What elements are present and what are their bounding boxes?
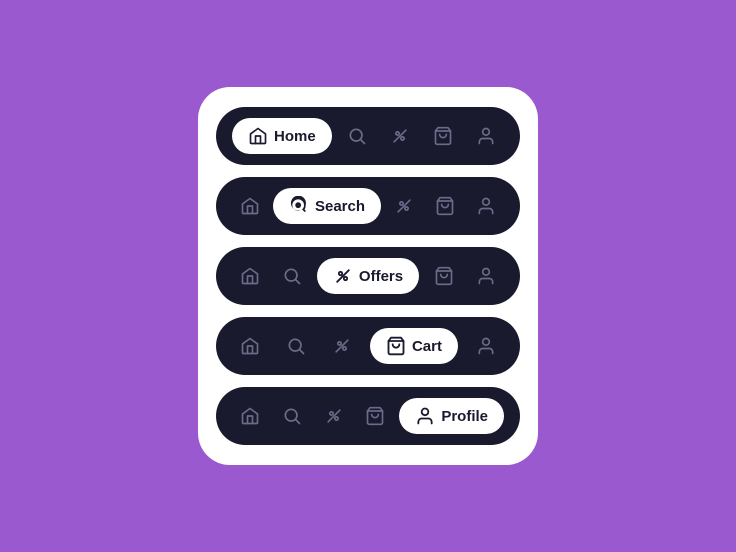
- nav-item-home[interactable]: [232, 398, 268, 434]
- navbar-offers: Offers: [216, 247, 520, 305]
- nav-item-profile[interactable]: [468, 258, 504, 294]
- nav-showcase-card: Home: [198, 87, 538, 465]
- profile-icon: [415, 406, 435, 426]
- cart-icon: [433, 126, 453, 146]
- navbar-cart: Cart: [216, 317, 520, 375]
- home-icon: [240, 336, 260, 356]
- navbar-profile: Profile: [216, 387, 520, 445]
- percent-icon: [333, 266, 353, 286]
- percent-icon: [332, 336, 352, 356]
- profile-icon: [476, 336, 496, 356]
- nav-item-profile[interactable]: [468, 188, 504, 224]
- profile-label: Profile: [441, 408, 488, 425]
- percent-icon: [394, 196, 414, 216]
- cart-icon: [434, 266, 454, 286]
- offers-label: Offers: [359, 268, 403, 285]
- cart-label: Cart: [412, 338, 442, 355]
- nav-item-offers[interactable]: [316, 398, 352, 434]
- home-icon: [240, 196, 260, 216]
- home-label: Home: [274, 128, 316, 145]
- cart-icon: [365, 406, 385, 426]
- home-icon: [240, 266, 260, 286]
- nav-item-cart[interactable]: [357, 398, 393, 434]
- search-icon: [286, 336, 306, 356]
- search-icon: [282, 406, 302, 426]
- percent-icon: [324, 406, 344, 426]
- nav-item-offers[interactable]: [386, 188, 422, 224]
- nav-item-search[interactable]: [274, 258, 310, 294]
- nav-item-cart[interactable]: [427, 188, 463, 224]
- search-icon: [289, 196, 309, 216]
- nav-item-search[interactable]: [274, 398, 310, 434]
- nav-item-profile-active[interactable]: Profile: [399, 398, 504, 434]
- nav-item-search[interactable]: [339, 118, 375, 154]
- cart-icon: [435, 196, 455, 216]
- nav-item-search[interactable]: [278, 328, 314, 364]
- search-icon: [347, 126, 367, 146]
- nav-item-home[interactable]: [232, 328, 268, 364]
- nav-item-search-active[interactable]: Search: [273, 188, 381, 224]
- percent-icon: [390, 126, 410, 146]
- nav-item-offers-active[interactable]: Offers: [317, 258, 419, 294]
- nav-item-offers[interactable]: [382, 118, 418, 154]
- navbar-home: Home: [216, 107, 520, 165]
- home-icon: [248, 126, 268, 146]
- nav-item-home[interactable]: [232, 188, 268, 224]
- nav-item-cart-active[interactable]: Cart: [370, 328, 458, 364]
- nav-item-profile[interactable]: [468, 118, 504, 154]
- profile-icon: [476, 196, 496, 216]
- nav-item-cart[interactable]: [425, 118, 461, 154]
- nav-item-home[interactable]: [232, 258, 268, 294]
- search-label: Search: [315, 198, 365, 215]
- search-icon: [282, 266, 302, 286]
- nav-item-offers[interactable]: [324, 328, 360, 364]
- cart-icon: [386, 336, 406, 356]
- home-icon: [240, 406, 260, 426]
- navbar-search: Search: [216, 177, 520, 235]
- nav-item-home-active[interactable]: Home: [232, 118, 332, 154]
- profile-icon: [476, 266, 496, 286]
- profile-icon: [476, 126, 496, 146]
- nav-item-profile[interactable]: [468, 328, 504, 364]
- nav-item-cart[interactable]: [426, 258, 462, 294]
